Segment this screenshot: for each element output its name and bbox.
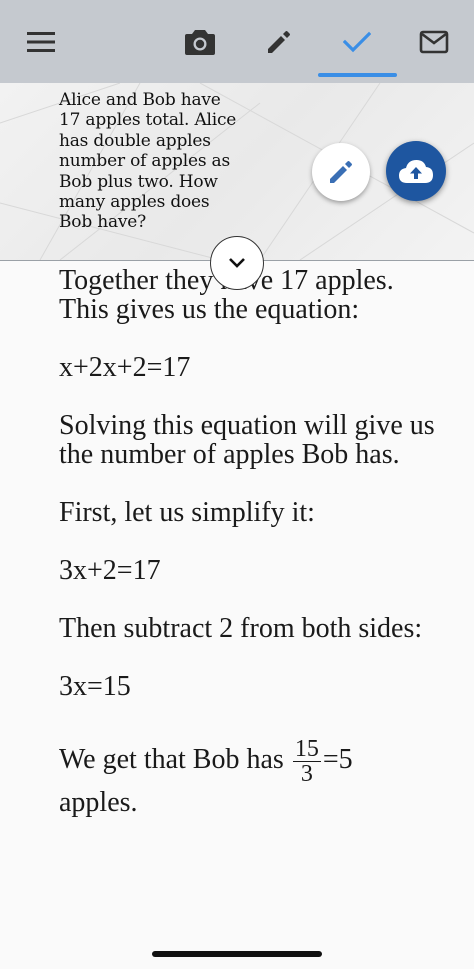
- answer-text: We get that Bob has: [59, 743, 284, 775]
- expand-question-button[interactable]: [210, 236, 264, 290]
- active-tab-indicator: [318, 73, 397, 77]
- solution-content: Together they have 17 apples. This gives…: [59, 266, 449, 817]
- pencil-icon: [268, 31, 290, 53]
- answer-line: We get that Bob has 15 3 =5: [59, 737, 449, 786]
- answer-result: =5: [322, 743, 353, 775]
- top-toolbar: [0, 0, 474, 83]
- fraction: 15 3: [292, 736, 321, 787]
- equation: x+2x+2=17: [59, 352, 191, 383]
- menu-icon: [27, 32, 55, 52]
- solution-paragraph: First, let us simplify it:: [59, 497, 315, 528]
- home-indicator[interactable]: [152, 951, 322, 957]
- camera-tab[interactable]: [180, 22, 220, 62]
- cloud-upload-icon: [399, 160, 433, 183]
- solution-paragraph: Then subtract 2 from both sides:: [59, 613, 423, 644]
- edit-question-button[interactable]: [312, 143, 370, 201]
- upload-button[interactable]: [386, 141, 446, 201]
- mail-tab[interactable]: [414, 22, 454, 62]
- equation: 3x+2=17: [59, 555, 161, 586]
- pencil-icon: [330, 161, 352, 183]
- equation: 3x=15: [59, 671, 131, 702]
- draw-tab[interactable]: [259, 22, 299, 62]
- mail-icon: [419, 30, 449, 54]
- chevron-down-icon: [229, 258, 245, 268]
- fraction-numerator: 15: [292, 736, 321, 762]
- solution-paragraph: Solving this equation will give us the n…: [59, 410, 435, 470]
- menu-button[interactable]: [21, 22, 61, 62]
- solution-tab[interactable]: [337, 22, 377, 62]
- check-icon: [343, 31, 371, 53]
- question-panel: Alice and Bob have 17 apples total. Alic…: [0, 83, 474, 261]
- answer-end: apples.: [59, 787, 138, 818]
- camera-icon: [185, 30, 215, 55]
- fraction-denominator: 3: [300, 761, 313, 787]
- question-text: Alice and Bob have 17 apples total. Alic…: [59, 90, 237, 233]
